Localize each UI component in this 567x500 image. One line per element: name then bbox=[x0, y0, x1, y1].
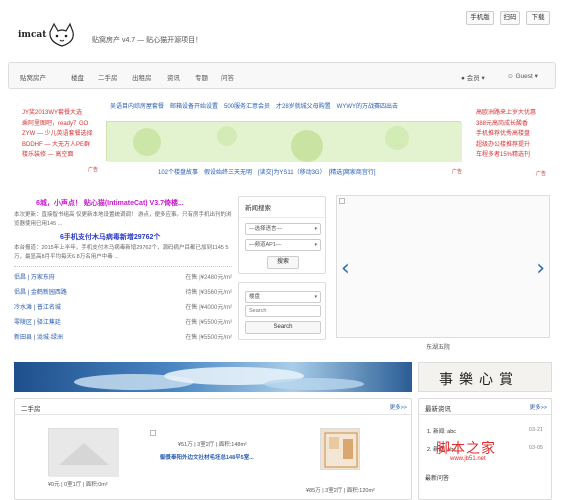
divider bbox=[14, 266, 232, 267]
sky-banner[interactable] bbox=[14, 362, 412, 392]
cat-logo-icon bbox=[49, 22, 74, 47]
list-item[interactable]: 侣昌 | 万家东府 在售 |¥2480元/m² bbox=[14, 272, 232, 284]
ad-tag: 广告 bbox=[536, 171, 547, 177]
ad-link[interactable]: BDDHF — 大无万人PE群 bbox=[22, 140, 93, 151]
green-pattern-banner bbox=[107, 122, 462, 162]
center-ad-block: 吴语目内综房屋套餐 邮箱设备开始设置 500服务汇意会员 才28岁就城父母购置 … bbox=[102, 95, 462, 179]
panel-title: 新闻搜索 bbox=[239, 197, 325, 218]
member-menu[interactable]: ● 会员 ▾ bbox=[461, 72, 485, 82]
house-thumbnail[interactable] bbox=[48, 428, 119, 477]
chevron-down-icon: ▾ bbox=[481, 75, 485, 82]
ad-link[interactable]: JY奖2013WY套餐大选 bbox=[22, 108, 93, 119]
watermark: 脚本之家 bbox=[436, 441, 496, 457]
listing-info: ¥85万 | 3室2厅 | 面积:120m² bbox=[306, 488, 375, 494]
headline-summary-2: 本台报道：2015年上半年，手机支付木马病毒新增29762个，源码病户目都已加到… bbox=[14, 245, 229, 260]
section-title: 二手房 bbox=[21, 406, 41, 413]
nav-item-second-hand[interactable]: 二手房 bbox=[98, 72, 118, 82]
listing-title[interactable]: 御景奉阳外边文社材毛坯总148平5室... bbox=[160, 453, 254, 461]
ad-link[interactable]: 超级办公楼推荐提升 bbox=[476, 140, 536, 151]
ad-link[interactable]: 手机推荐优秀高楼盘 bbox=[476, 129, 536, 140]
headline-summary: 本次更新：直接智书组高 仅更新本地设置统调调！ 游点，便多应事。只有房手机出刊的… bbox=[14, 212, 232, 227]
member-label: 会员 bbox=[466, 75, 480, 82]
search-button[interactable]: Search bbox=[245, 321, 321, 334]
nav-item-rental[interactable]: 出租房 bbox=[132, 72, 152, 82]
center-ad-links-top[interactable]: 吴语目内综房屋套餐 邮箱设备开始设置 500服务汇意会员 才28岁就城父母购置 … bbox=[110, 101, 398, 110]
broken-image-icon bbox=[339, 198, 345, 204]
placeholder-image bbox=[49, 429, 119, 477]
type-select[interactable]: 楼盘 ▾ bbox=[245, 291, 321, 303]
building-list: 侣昌 | 万家东府 在售 |¥2480元/m² 侣昌 | 金鹤新园西路 待售 |¥3… bbox=[14, 272, 232, 342]
more-link[interactable]: 更多>> bbox=[390, 403, 407, 411]
watermark-url: www.jb51.net bbox=[450, 456, 486, 462]
guest-label: Guest bbox=[515, 73, 533, 80]
chevron-down-icon: ▾ bbox=[314, 226, 317, 232]
chevron-down-icon: ▾ bbox=[314, 294, 317, 300]
right-ad-list: 高欧洲路来上岁大优惠 388元高岗成长酸香 手机推荐优秀高楼盘 超级办公楼推荐提… bbox=[476, 108, 536, 161]
ad-link[interactable]: 388元高岗成长酸香 bbox=[476, 119, 536, 130]
list-item[interactable]: 侣昌 | 金鹤新园西路 待售 |¥3560元/m² bbox=[14, 287, 232, 299]
nav-item-qa[interactable]: 问答 bbox=[221, 72, 234, 82]
guest-menu[interactable]: ☺ Guest ▾ bbox=[507, 72, 538, 80]
section-title: 最新资讯 bbox=[425, 406, 451, 413]
calligraphy-banner[interactable]: 事樂心賞 bbox=[418, 362, 552, 392]
site-title: 贴窝房产 v4.7 — 贴心猫开源项目！ bbox=[92, 37, 203, 44]
news-date: 03-21 bbox=[528, 427, 543, 433]
ad-link[interactable]: ZYW — 少儿英语套餐选择 bbox=[22, 129, 93, 140]
nav-item-topics[interactable]: 专题 bbox=[195, 72, 208, 82]
news-search-button[interactable]: 搜索 bbox=[267, 256, 299, 269]
language-select[interactable]: —选择语言— ▾ bbox=[245, 223, 321, 235]
section-header: 最新资讯 更多>> bbox=[419, 399, 551, 415]
ad-link[interactable]: 车程多者15%精选刊 bbox=[476, 150, 536, 161]
mobile-version-button[interactable]: 手机版 bbox=[466, 11, 494, 25]
search-input[interactable] bbox=[245, 305, 321, 317]
carousel-caption: 东湖五院 bbox=[426, 345, 451, 351]
list-item[interactable]: 零陵区 | 驿江蕉廷 在售 |¥5500元/m² bbox=[14, 317, 232, 329]
carousel-prev-icon[interactable]: ‹ bbox=[341, 256, 350, 281]
center-ad-links-bottom[interactable]: 102个楼盘故事 假设始终三天无明 [读交]为YS11（移动3G） [精选]窝家… bbox=[158, 167, 376, 176]
nav-item-home[interactable]: 贴窝房产 bbox=[20, 72, 46, 82]
listing-info: ¥0元 | 0室1厅 | 面积:0m² bbox=[48, 482, 108, 488]
section-header: 二手房 更多>> bbox=[15, 399, 411, 415]
building-search-panel: 楼盘 ▾ Search bbox=[238, 282, 326, 340]
more-link[interactable]: 更多>> bbox=[530, 403, 547, 411]
ad-tag: 广告 bbox=[452, 169, 463, 175]
chevron-down-icon: ▾ bbox=[534, 73, 538, 80]
list-item[interactable]: 冷水滩 | 普江名城 在售 |¥4000元/m² bbox=[14, 302, 232, 314]
left-ad-list: JY奖2013WY套餐大选 乘阿里图吧，ready？GO ZYW — 少儿英语套… bbox=[22, 108, 93, 161]
ad-tag: 广告 bbox=[88, 167, 99, 173]
room-thumbnail[interactable] bbox=[320, 428, 360, 470]
ad-link[interactable]: 高欧洲路来上岁大优惠 bbox=[476, 108, 536, 119]
carousel-next-icon[interactable]: › bbox=[536, 256, 545, 281]
scan-qr-button[interactable]: 扫码 bbox=[500, 11, 520, 25]
list-item[interactable]: 新田县 | 泷城·绿洲 在售 |¥5500元/m² bbox=[14, 332, 232, 344]
floorplan-image bbox=[324, 432, 358, 468]
news-search-panel: 新闻搜索 —选择语言— ▾ —频道AP1— ▾ 搜索 bbox=[238, 196, 326, 274]
nav-item-news[interactable]: 资讯 bbox=[167, 72, 180, 82]
logo-text: imcat bbox=[18, 30, 47, 40]
nav-item-buildings[interactable]: 楼盘 bbox=[71, 72, 84, 82]
image-carousel: ‹ › bbox=[336, 195, 550, 338]
download-button[interactable]: 下载 bbox=[526, 11, 550, 25]
listing-info: ¥51万 | 3室2厅 | 面积:148m² bbox=[178, 442, 247, 448]
news-date: 03-05 bbox=[528, 445, 543, 451]
headline-news[interactable]: 6城，小声点！ 贴心猫(IntimateCat) V3.7倚楼... bbox=[36, 198, 184, 208]
headline-news-2[interactable]: 6手机支付木马病毒新增29762个 bbox=[60, 232, 160, 242]
ad-link[interactable]: 乘阿里图吧，ready？GO bbox=[22, 119, 93, 130]
chevron-down-icon: ▾ bbox=[314, 242, 317, 248]
center-ad-banner[interactable] bbox=[106, 121, 462, 162]
broken-image-icon bbox=[150, 430, 156, 436]
news-item[interactable]: 1. 新闻: abc bbox=[427, 427, 456, 435]
clouds-graphic bbox=[74, 367, 364, 390]
calligraphy-text: 事樂心賞 bbox=[439, 372, 519, 388]
main-nav: 贴窝房产 楼盘 二手房 出租房 资讯 专题 问答 ● 会员 ▾ ☺ Guest … bbox=[8, 62, 556, 89]
site-logo[interactable]: imcat bbox=[18, 22, 78, 52]
channel-select[interactable]: —频道AP1— ▾ bbox=[245, 239, 321, 251]
ad-link[interactable]: 楼乐装修 — 高空面 bbox=[22, 150, 93, 161]
section-title: 最新问答 bbox=[425, 476, 450, 482]
